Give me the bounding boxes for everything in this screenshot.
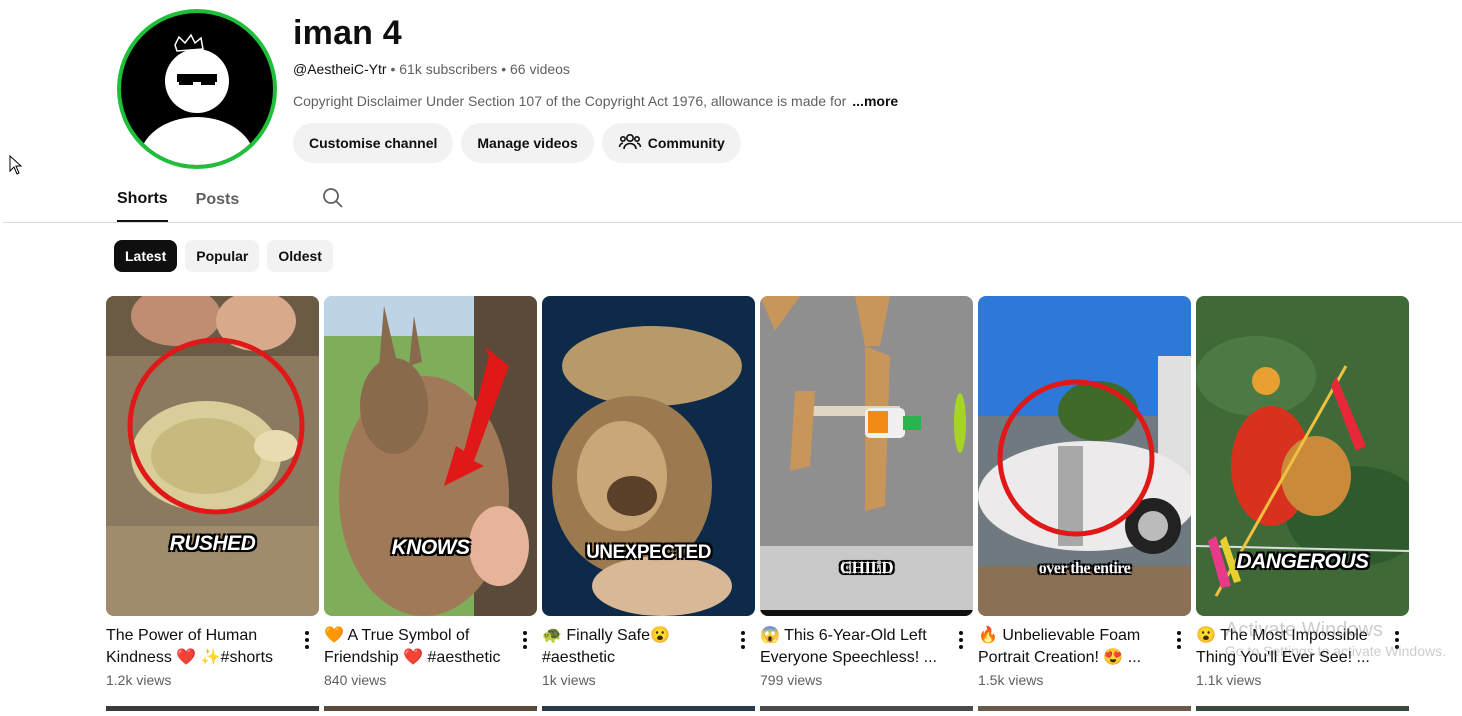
chip-popular[interactable]: Popular [185, 240, 260, 272]
short-card[interactable]: UNEXPECTED 🐢 Finally Safe😮 #aesthetic 1k… [542, 296, 755, 688]
search-icon[interactable] [321, 186, 345, 215]
short-title[interactable]: 🧡 A True Symbol of Friendship ❤️ #aesthe… [324, 625, 513, 669]
short-views: 1.2k views [106, 672, 172, 688]
channel-handle: @AestheiC-Ytr [293, 61, 387, 77]
people-icon [618, 130, 642, 157]
short-views: 1.1k views [1196, 672, 1262, 688]
kebab-icon[interactable] [297, 629, 317, 653]
short-title[interactable]: 🐢 Finally Safe😮 #aesthetic [542, 625, 731, 669]
short-thumbnail[interactable]: DANGEROUS [1196, 296, 1409, 616]
short-thumbnail[interactable]: UNEXPECTED [542, 296, 755, 616]
short-card[interactable]: RUSHED The Power of Human Kindness ❤️ ✨#… [106, 296, 319, 688]
channel-meta: @AestheiC-Ytr • 61k subscribers • 66 vid… [293, 61, 570, 77]
thumbnail-caption: UNEXPECTED [586, 542, 711, 563]
short-thumbnail[interactable]: CHILD [760, 296, 973, 616]
short-views: 840 views [324, 672, 387, 688]
sort-chips: Latest Popular Oldest [114, 240, 333, 272]
short-thumbnail[interactable]: over the entire [978, 296, 1191, 616]
mouse-pointer-icon [9, 154, 23, 180]
kebab-icon[interactable] [951, 629, 971, 653]
short-views: 799 views [760, 672, 823, 688]
community-button[interactable]: Community [601, 123, 741, 163]
thumbnail-caption: RUSHED [169, 532, 256, 555]
community-label: Community [647, 135, 725, 151]
customise-channel-label: Customise channel [309, 135, 438, 151]
short-title[interactable]: 🔥 Unbelievable Foam Portrait Creation! 😍… [978, 625, 1167, 669]
channel-name: iman 4 [293, 14, 402, 52]
more-link[interactable]: ...more [852, 93, 898, 109]
short-title[interactable]: The Power of Human Kindness ❤️ ✨#shorts [106, 625, 295, 669]
thumbnail-caption: CHILD [839, 558, 894, 577]
subscriber-count: 61k subscribers [399, 61, 498, 77]
activation-watermark-title: Activate Windows [1225, 619, 1383, 641]
tab-posts[interactable]: Posts [196, 187, 240, 221]
kebab-icon[interactable] [515, 629, 535, 653]
short-title[interactable]: 😱 This 6-Year-Old Left Everyone Speechle… [760, 625, 949, 669]
thumbnail-caption: DANGEROUS [1236, 550, 1369, 573]
short-views: 1.5k views [978, 672, 1044, 688]
short-views: 1k views [542, 672, 596, 688]
short-card[interactable]: over the entire 🔥 Unbelievable Foam Port… [978, 296, 1191, 688]
kebab-icon[interactable] [733, 629, 753, 653]
chip-oldest[interactable]: Oldest [267, 240, 333, 272]
video-count: 66 videos [510, 61, 570, 77]
channel-tabs: Shorts Posts [117, 186, 345, 222]
description-text: Copyright Disclaimer Under Section 107 o… [293, 93, 847, 109]
short-card[interactable]: KNOWS 🧡 A True Symbol of Friendship ❤️ #… [324, 296, 537, 688]
short-card[interactable]: CHILD 😱 This 6-Year-Old Left Everyone Sp… [760, 296, 973, 688]
tabs-divider [3, 222, 1462, 223]
channel-description[interactable]: Copyright Disclaimer Under Section 107 o… [293, 93, 898, 109]
activation-watermark-subtitle: Go to Settings to activate Windows. [1225, 643, 1446, 659]
chip-latest[interactable]: Latest [114, 240, 178, 272]
short-thumbnail[interactable]: RUSHED [106, 296, 319, 616]
manage-videos-label: Manage videos [477, 135, 578, 151]
meta-separator: • [501, 61, 507, 77]
customise-channel-button[interactable]: Customise channel [293, 123, 454, 163]
tab-shorts[interactable]: Shorts [117, 186, 168, 222]
channel-actions: Customise channel Manage videos Communit… [293, 123, 741, 163]
channel-avatar[interactable] [117, 9, 277, 169]
next-row-thumbnails [106, 698, 1426, 711]
manage-videos-button[interactable]: Manage videos [461, 123, 594, 163]
kebab-icon[interactable] [1169, 629, 1189, 653]
thumbnail-caption: KNOWS [391, 536, 471, 559]
short-thumbnail[interactable]: KNOWS [324, 296, 537, 616]
meta-separator: • [390, 61, 396, 77]
thumbnail-caption: over the entire [1038, 560, 1131, 577]
